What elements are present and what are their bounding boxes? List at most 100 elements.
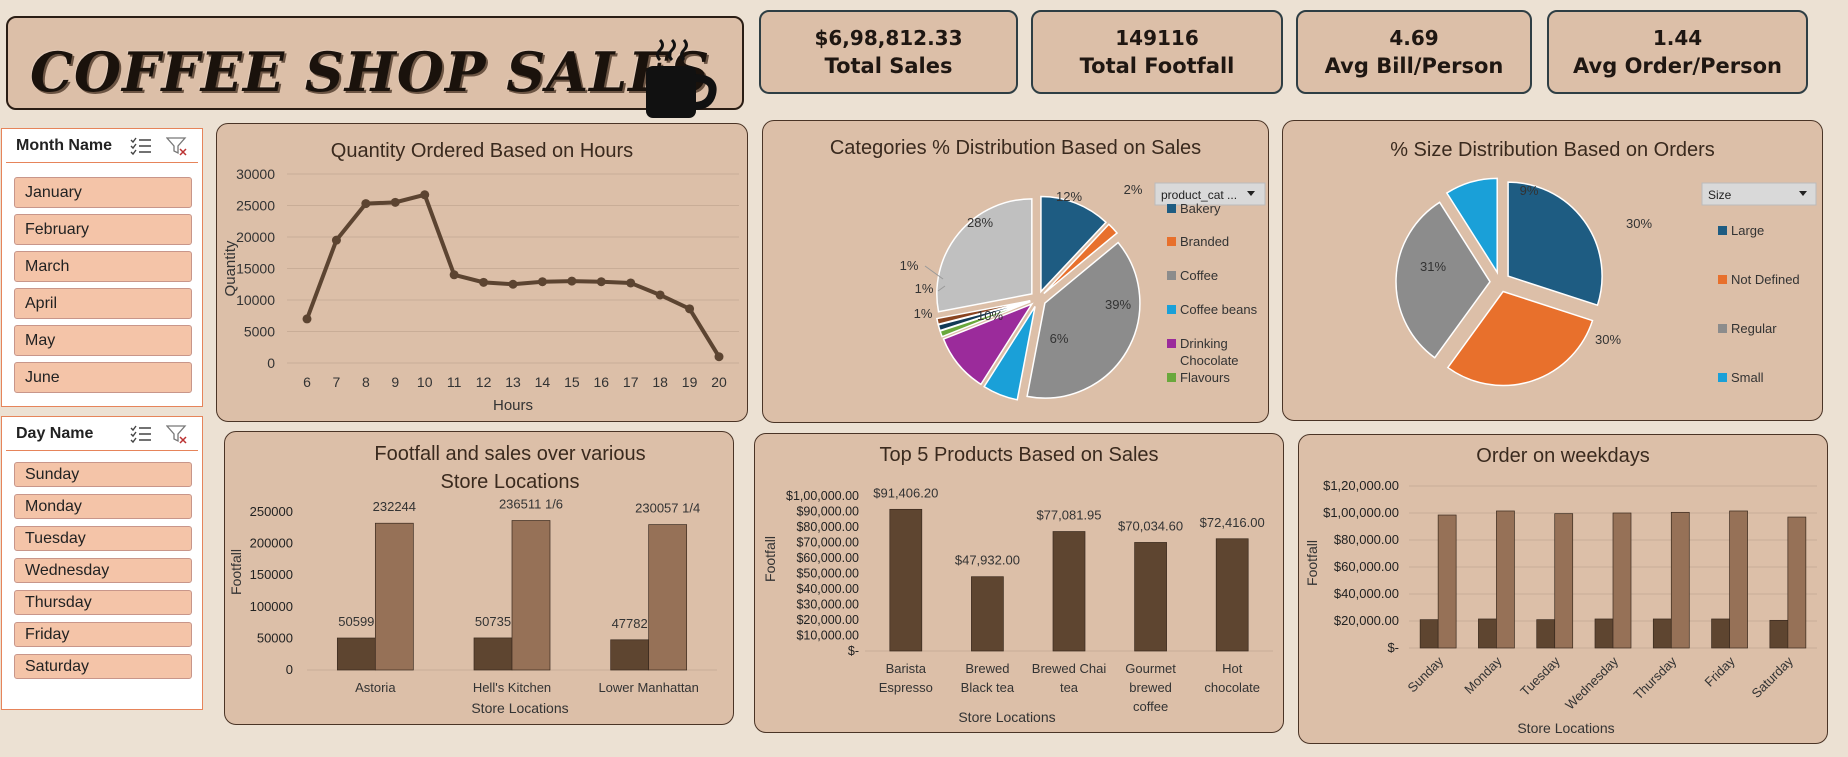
data-label: $72,416.00: [1200, 515, 1265, 530]
data-label: $91,406.20: [873, 485, 938, 500]
x-tick-label: Hot: [1222, 661, 1243, 676]
slicer-item[interactable]: Monday: [14, 494, 192, 519]
x-tick-label: Sunday: [1404, 653, 1446, 695]
chart-title: Top 5 Products Based on Sales: [879, 444, 1159, 466]
y-tick-label: $20,000.00: [796, 613, 859, 627]
clear-filter-icon[interactable]: [166, 424, 188, 444]
x-axis-title: Store Locations: [958, 709, 1055, 725]
slicer-item[interactable]: Tuesday: [14, 526, 192, 551]
y-tick-label: 15000: [236, 261, 275, 277]
data-label: 47782: [612, 616, 648, 631]
y-tick-label: $1,00,000.00: [786, 489, 859, 503]
slicer-item[interactable]: Wednesday: [14, 558, 192, 583]
x-tick-label: Lower Manhattan: [598, 680, 698, 695]
x-tick-label: 13: [505, 374, 521, 390]
x-axis-title: Hours: [493, 397, 533, 414]
bar: [374, 522, 414, 671]
month-slicer[interactable]: Month Name January February March April May J…: [1, 128, 203, 407]
x-tick-label: chocolate: [1204, 680, 1260, 695]
bar: [1787, 516, 1807, 649]
x-tick-label: Brewed Chai: [1032, 661, 1107, 676]
data-point: [331, 235, 341, 245]
data-label: $47,932.00: [955, 553, 1020, 568]
y-tick-label: $10,000.00: [796, 629, 859, 643]
chart-title: Categories % Distribution Based on Sales: [829, 137, 1202, 159]
y-tick-label: $20,000.00: [1334, 613, 1399, 628]
y-tick-label: $-: [848, 644, 859, 658]
legend-swatch: [1167, 204, 1176, 213]
y-tick-label: 200000: [250, 536, 293, 551]
y-tick-label: $70,000.00: [796, 536, 859, 550]
y-tick-label: 30000: [236, 166, 275, 182]
data-point: [567, 276, 577, 286]
slicer-item[interactable]: Thursday: [14, 590, 192, 615]
y-tick-label: $60,000.00: [1334, 559, 1399, 574]
x-tick-label: 18: [652, 374, 668, 390]
x-tick-label: Tuesday: [1517, 653, 1563, 699]
data-point: [302, 314, 312, 324]
slicer-item[interactable]: April: [14, 288, 192, 319]
legend-label: Large: [1731, 223, 1764, 238]
slicer-item[interactable]: March: [14, 251, 192, 282]
legend-label: Small: [1731, 370, 1764, 385]
slicer-item[interactable]: Friday: [14, 622, 192, 647]
bar: [511, 520, 551, 671]
x-tick-label: Gourmet: [1125, 661, 1176, 676]
data-label: 236511 1/6: [499, 497, 563, 512]
bar: [648, 524, 688, 671]
x-tick-label: 17: [623, 374, 639, 390]
bar: [1670, 511, 1690, 649]
kpi-value: 149116: [1115, 26, 1199, 50]
x-tick-label: 7: [333, 374, 341, 390]
legend-swatch: [1167, 237, 1176, 246]
y-tick-label: 100000: [250, 599, 293, 614]
legend-swatch: [1167, 271, 1176, 280]
y-axis-title: Footfall: [228, 549, 244, 595]
legend-swatch: [1718, 275, 1727, 284]
y-tick-label: $1,00,000.00: [1323, 505, 1399, 520]
x-tick-label: 11: [447, 374, 462, 390]
multi-select-icon[interactable]: [130, 424, 152, 444]
legend-label: Flavours: [1180, 370, 1230, 385]
x-tick-label: 12: [476, 374, 492, 390]
data-point: [626, 278, 636, 288]
data-label: 9%: [1520, 183, 1539, 198]
data-label: 31%: [1420, 259, 1446, 274]
chart-title: Quantity Ordered Based on Hours: [330, 140, 634, 162]
top-products-panel: Top 5 Products Based on Sales $- $10,000.…: [754, 433, 1284, 733]
kpi-label: Avg Order/Person: [1573, 54, 1782, 78]
slicer-item[interactable]: May: [14, 325, 192, 356]
slicer-item[interactable]: February: [14, 214, 192, 245]
slicer-item[interactable]: January: [14, 177, 192, 208]
x-tick-label: Saturday: [1749, 653, 1797, 701]
legend-swatch: [1718, 226, 1727, 235]
legend-header: Size: [1708, 188, 1732, 202]
slicer-item[interactable]: June: [14, 362, 192, 393]
kpi-value: $6,98,812.33: [814, 26, 963, 50]
legend-label: Regular: [1731, 321, 1777, 336]
day-slicer[interactable]: Day Name Sunday Monday Tuesday Wednesday Thu…: [1, 416, 203, 710]
x-tick-label: 10: [417, 374, 433, 390]
slicer-item[interactable]: Sunday: [14, 462, 192, 487]
legend-label: Bakery: [1180, 201, 1221, 216]
bar: [1478, 618, 1497, 649]
slicer-item[interactable]: Saturday: [14, 654, 192, 679]
multi-select-icon[interactable]: [130, 136, 152, 156]
y-tick-label: 0: [286, 662, 293, 677]
bar: [889, 508, 923, 652]
bar: [1134, 542, 1167, 652]
data-point: [361, 199, 371, 209]
data-label: 30%: [1626, 216, 1652, 231]
kpi-label: Total Footfall: [1079, 54, 1235, 78]
bar: [1729, 510, 1748, 649]
clear-filter-icon[interactable]: [166, 136, 188, 156]
data-label: $70,034.60: [1118, 518, 1183, 533]
legend-header: product_cat ...: [1161, 188, 1237, 202]
bar: [1215, 538, 1249, 652]
x-tick-label: Friday: [1702, 653, 1738, 689]
x-tick-label: 9: [391, 374, 399, 390]
y-tick-label: $80,000.00: [1334, 532, 1399, 547]
bar: [336, 637, 376, 671]
data-point: [537, 277, 547, 287]
category-distribution-panel: Categories % Distribution Based on Sales…: [762, 120, 1269, 423]
